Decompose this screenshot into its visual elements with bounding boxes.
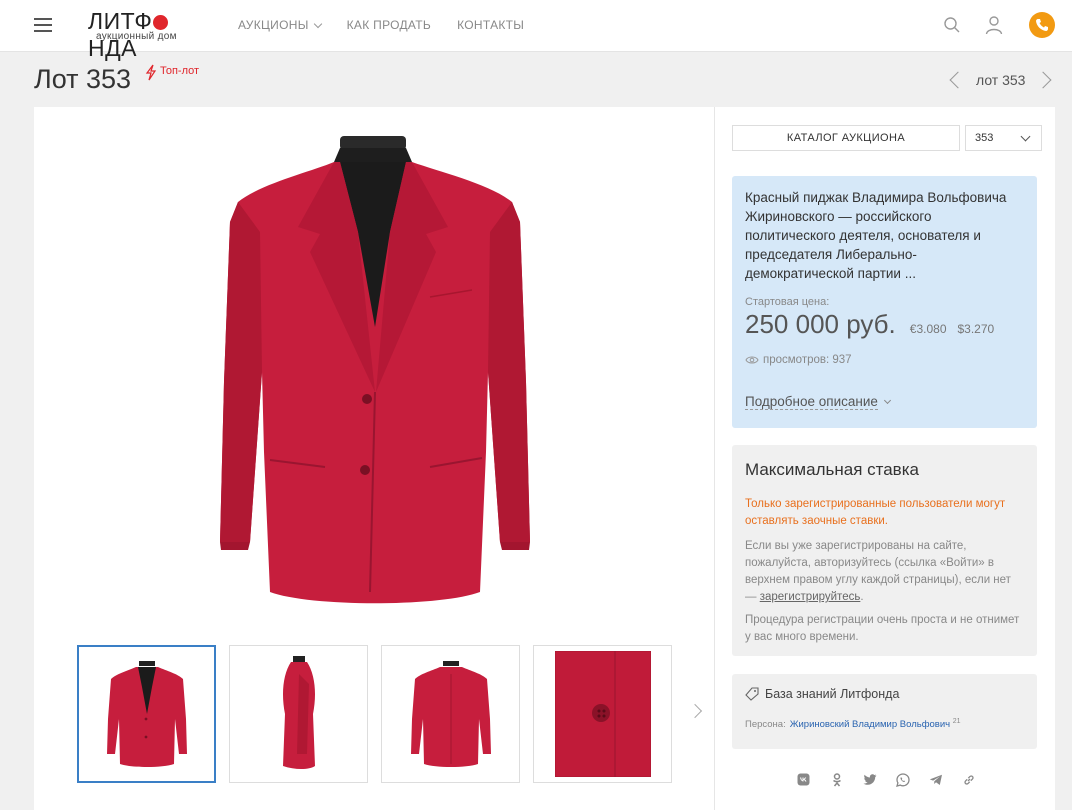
menu-icon[interactable]: [34, 18, 52, 32]
thumbnail-back[interactable]: [381, 645, 520, 783]
person-link[interactable]: Жириновский Владимир Вольфович: [790, 719, 950, 730]
chevron-down-icon: [313, 19, 322, 28]
knowledge-base-label: База знаний Литфонда: [765, 687, 900, 701]
thumbnail-front[interactable]: [77, 645, 216, 783]
thumbnail-detail[interactable]: [533, 645, 672, 783]
site-logo[interactable]: ЛИТФНДА аукционный дом: [88, 8, 202, 61]
main-nav: АУКЦИОНЫ КАК ПРОДАТЬ КОНТАКТЫ: [238, 18, 550, 32]
next-lot-arrow-icon[interactable]: [1034, 71, 1052, 89]
chevron-down-icon: [1020, 131, 1031, 142]
logo-subtitle: аукционный дом: [96, 31, 177, 42]
detailed-description-label: Подробное описание: [745, 394, 878, 410]
login-instructions: Если вы уже зарегистрированы на сайте, п…: [745, 538, 1024, 606]
start-price-label: Стартовая цена:: [745, 296, 830, 308]
vk-icon[interactable]: [795, 771, 812, 788]
start-price: 250 000 руб.: [745, 309, 896, 339]
jacket-front-thumb-image: [106, 661, 187, 767]
link-icon[interactable]: [960, 771, 977, 788]
knowledge-person: Персона: Жириновский Владимир Вольфович 2…: [745, 718, 1024, 730]
registration-note: Процедура регистрации очень проста и не …: [745, 614, 1020, 643]
page-title: Лот 353: [34, 64, 132, 94]
top-lot-badge: Топ-лот: [145, 64, 199, 81]
lot-select-value: 353: [975, 132, 994, 144]
phone-icon: [1036, 19, 1048, 31]
person-count: 21: [952, 718, 961, 725]
lightning-icon: [145, 64, 157, 81]
chevron-down-icon: [883, 396, 891, 405]
user-icon[interactable]: [985, 15, 1003, 35]
site-header: ЛИТФНДА аукционный дом АУКЦИОНЫ КАК ПРОД…: [0, 0, 1072, 61]
lot-navigation: лот 353: [948, 71, 1052, 89]
registration-warning: Только зарегистрированные пользователи м…: [745, 498, 1006, 527]
main-lot-photo[interactable]: [190, 122, 560, 612]
eye-icon: [745, 356, 759, 364]
knowledge-base-title[interactable]: База знаний Литфонда: [745, 687, 1024, 701]
register-link[interactable]: зарегистрируйтесь: [760, 591, 861, 603]
logo-dot-icon: [153, 15, 169, 30]
share-bar: [795, 771, 993, 788]
views-text: просмотров: 937: [763, 354, 852, 366]
twitter-icon[interactable]: [861, 771, 878, 788]
nav-auctions[interactable]: АУКЦИОНЫ: [238, 18, 322, 32]
odnoklassniki-icon[interactable]: [828, 771, 845, 788]
nav-auctions-label: АУКЦИОНЫ: [238, 18, 309, 32]
max-bid-title: Максимальная ставка: [745, 460, 919, 479]
search-icon[interactable]: [943, 16, 961, 34]
lot-info-box: Красный пиджак Владимира Вольфовича Жири…: [732, 176, 1037, 428]
thumbnail-side[interactable]: [229, 645, 368, 783]
max-bid-box: Максимальная ставка Только зарегистриров…: [732, 445, 1037, 656]
price-row: 250 000 руб. €3.080 $3.270: [745, 309, 1024, 340]
lot-number-select[interactable]: 353: [965, 125, 1042, 151]
jacket-side-thumb-image: [282, 656, 315, 769]
phone-button[interactable]: [1029, 12, 1055, 38]
nav-how-to-sell[interactable]: КАК ПРОДАТЬ: [347, 18, 431, 32]
price-usd: $3.270: [957, 322, 995, 336]
jacket-back-thumb-image: [410, 661, 491, 767]
whatsapp-icon[interactable]: [894, 771, 911, 788]
login-instructions-end: .: [860, 591, 864, 603]
knowledge-base-box: База знаний Литфонда Персона: Жириновский…: [732, 674, 1037, 749]
detailed-description-link[interactable]: Подробное описание: [745, 394, 1024, 410]
lot-nav-label: лот 353: [976, 72, 1026, 88]
telegram-icon[interactable]: [927, 771, 944, 788]
nav-contacts[interactable]: КОНТАКТЫ: [457, 18, 524, 32]
tag-icon: [745, 687, 759, 701]
top-lot-label: Топ-лот: [160, 65, 200, 77]
person-label: Персона:: [745, 719, 786, 731]
price-eur: €3.080: [909, 322, 947, 336]
column-divider: [714, 107, 715, 810]
auction-catalog-button[interactable]: КАТАЛОГ АУКЦИОНА: [732, 125, 960, 151]
jacket-button-detail-thumb-image: [554, 651, 651, 777]
lot-description: Красный пиджак Владимира Вольфовича Жири…: [745, 190, 1007, 281]
prev-lot-arrow-icon[interactable]: [949, 71, 967, 89]
views-counter: просмотров: 937: [745, 354, 1024, 366]
